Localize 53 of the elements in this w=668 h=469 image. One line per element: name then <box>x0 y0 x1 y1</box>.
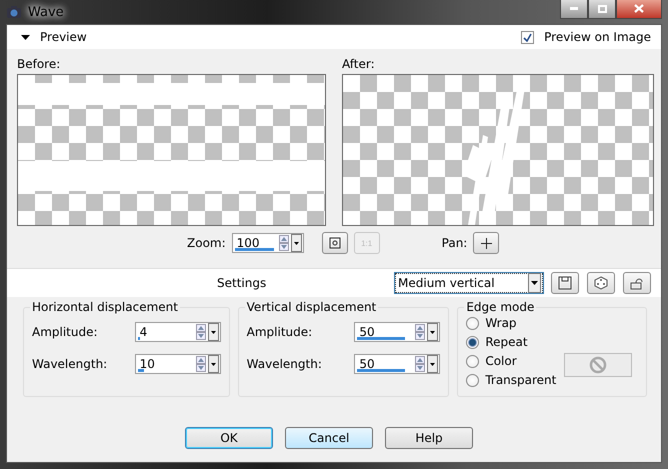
before-label: Before: <box>17 57 62 71</box>
dice-icon <box>594 276 608 290</box>
zoom-fit-button[interactable] <box>322 232 348 254</box>
close-icon <box>634 4 644 13</box>
camera-icon <box>6 5 22 19</box>
number-field[interactable]: 50 <box>354 354 440 374</box>
after-label: After: <box>342 57 376 71</box>
spin-arrows-icon <box>415 324 426 340</box>
maximize-button[interactable] <box>588 0 616 18</box>
group-title: Vertical displacement <box>244 300 378 314</box>
zoom-field[interactable]: 100 <box>232 233 304 253</box>
field-label: Wavelength: <box>32 357 108 371</box>
reset-button[interactable] <box>623 272 651 294</box>
settings-label: Settings <box>217 276 266 290</box>
minimize-icon <box>570 7 578 10</box>
number-field[interactable]: 50 <box>354 322 440 342</box>
number-field[interactable]: 4 <box>134 322 221 342</box>
pan-button[interactable] <box>473 232 500 254</box>
pan-label: Pan: <box>442 236 468 250</box>
zoom-label: Zoom: <box>187 236 226 250</box>
move-cross-icon <box>480 238 492 248</box>
spin-arrows-icon <box>196 356 206 372</box>
group-title: Edge mode <box>464 300 536 314</box>
group-title: Horizontal displacement <box>30 300 180 314</box>
number-field[interactable]: 10 <box>134 354 221 374</box>
dialog-button[interactable]: Help <box>385 427 473 449</box>
radio-option[interactable]: Wrap <box>466 316 638 330</box>
field-label: Amplitude: <box>32 325 98 339</box>
dice-button[interactable] <box>587 272 615 294</box>
field-label: Wavelength: <box>246 357 322 371</box>
radio-option[interactable]: Color <box>466 354 638 368</box>
preview-checkbox[interactable] <box>521 30 534 44</box>
radio-option[interactable]: Transparent <box>466 373 638 387</box>
save-button[interactable] <box>551 272 579 294</box>
preset-dropdown[interactable]: Medium vertical <box>395 273 543 293</box>
section-title: Preview <box>40 30 87 44</box>
dialog-button[interactable]: Cancel <box>285 427 373 449</box>
minimize-button[interactable] <box>560 0 588 18</box>
collapse-triangle-icon[interactable] <box>21 32 30 42</box>
fit-target-icon <box>328 237 341 249</box>
reset-icon <box>630 276 644 290</box>
radio-option[interactable]: Repeat <box>466 335 638 349</box>
window-title: Wave <box>28 4 66 20</box>
save-icon <box>558 276 572 290</box>
field-label: Amplitude: <box>246 325 312 339</box>
maximize-icon <box>598 4 606 12</box>
spin-arrows-icon <box>196 324 206 340</box>
spin-arrows-icon <box>278 235 289 251</box>
checkbox-label: Preview on Image <box>544 30 651 44</box>
spin-arrows-icon <box>415 356 426 372</box>
dialog-button[interactable]: OK <box>185 427 273 449</box>
close-button[interactable] <box>616 0 662 18</box>
prohibited-icon <box>589 356 607 374</box>
